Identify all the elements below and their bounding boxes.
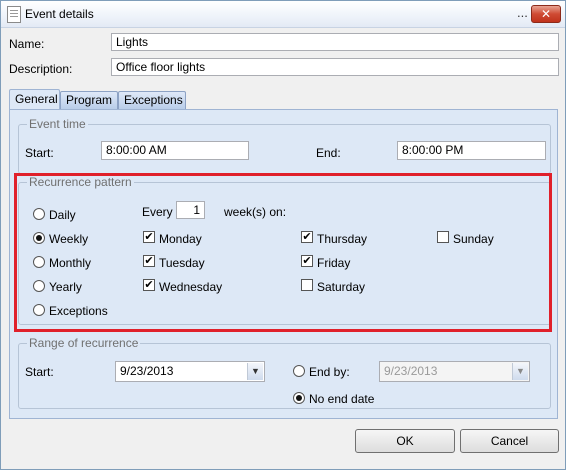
tab-general[interactable]: General [9,89,60,110]
event-details-dialog: Event details ... ✕ Name: Lights Descrip… [0,0,566,470]
chevron-down-icon[interactable]: ▼ [247,363,263,380]
range-start-date-picker[interactable]: 9/23/2013 ▼ [115,361,265,382]
more-options-icon[interactable]: ... [517,5,528,20]
description-label: Description: [9,62,73,76]
chevron-down-icon[interactable]: ▼ [512,363,528,380]
event-time-title: Event time [27,117,88,131]
tab-exceptions[interactable]: Exceptions [118,91,186,109]
range-of-recurrence-title: Range of recurrence [27,336,141,350]
end-by-date-picker[interactable]: 9/23/2013 ▼ [379,361,530,382]
document-icon [7,6,21,23]
end-by-label: End by: [309,365,350,379]
no-end-date-radio[interactable] [293,392,305,404]
cancel-button[interactable]: Cancel [460,429,559,453]
description-field[interactable]: Office floor lights [111,58,559,76]
close-button[interactable]: ✕ [531,5,561,23]
end-by-value: 9/23/2013 [384,364,438,378]
ok-button[interactable]: OK [355,429,455,453]
no-end-date-label: No end date [309,392,375,406]
title-bar: Event details ... ✕ [1,1,565,28]
name-label: Name: [9,37,45,51]
tab-program[interactable]: Program [60,91,118,109]
event-start-field[interactable]: 8:00:00 AM [101,141,249,160]
window-title: Event details [25,7,94,21]
event-end-label: End: [316,146,341,160]
range-start-value: 9/23/2013 [120,364,174,378]
end-by-radio[interactable] [293,365,305,377]
recurrence-highlight-frame [14,173,552,332]
event-start-label: Start: [25,146,54,160]
range-of-recurrence-group: Range of recurrence Start: 9/23/2013 ▼ E… [18,336,551,409]
range-start-label: Start: [25,365,54,379]
name-field[interactable]: Lights [111,33,559,51]
event-end-field[interactable]: 8:00:00 PM [397,141,546,160]
event-time-group: Event time Start: 8:00:00 AM End: 8:00:0… [18,117,551,174]
